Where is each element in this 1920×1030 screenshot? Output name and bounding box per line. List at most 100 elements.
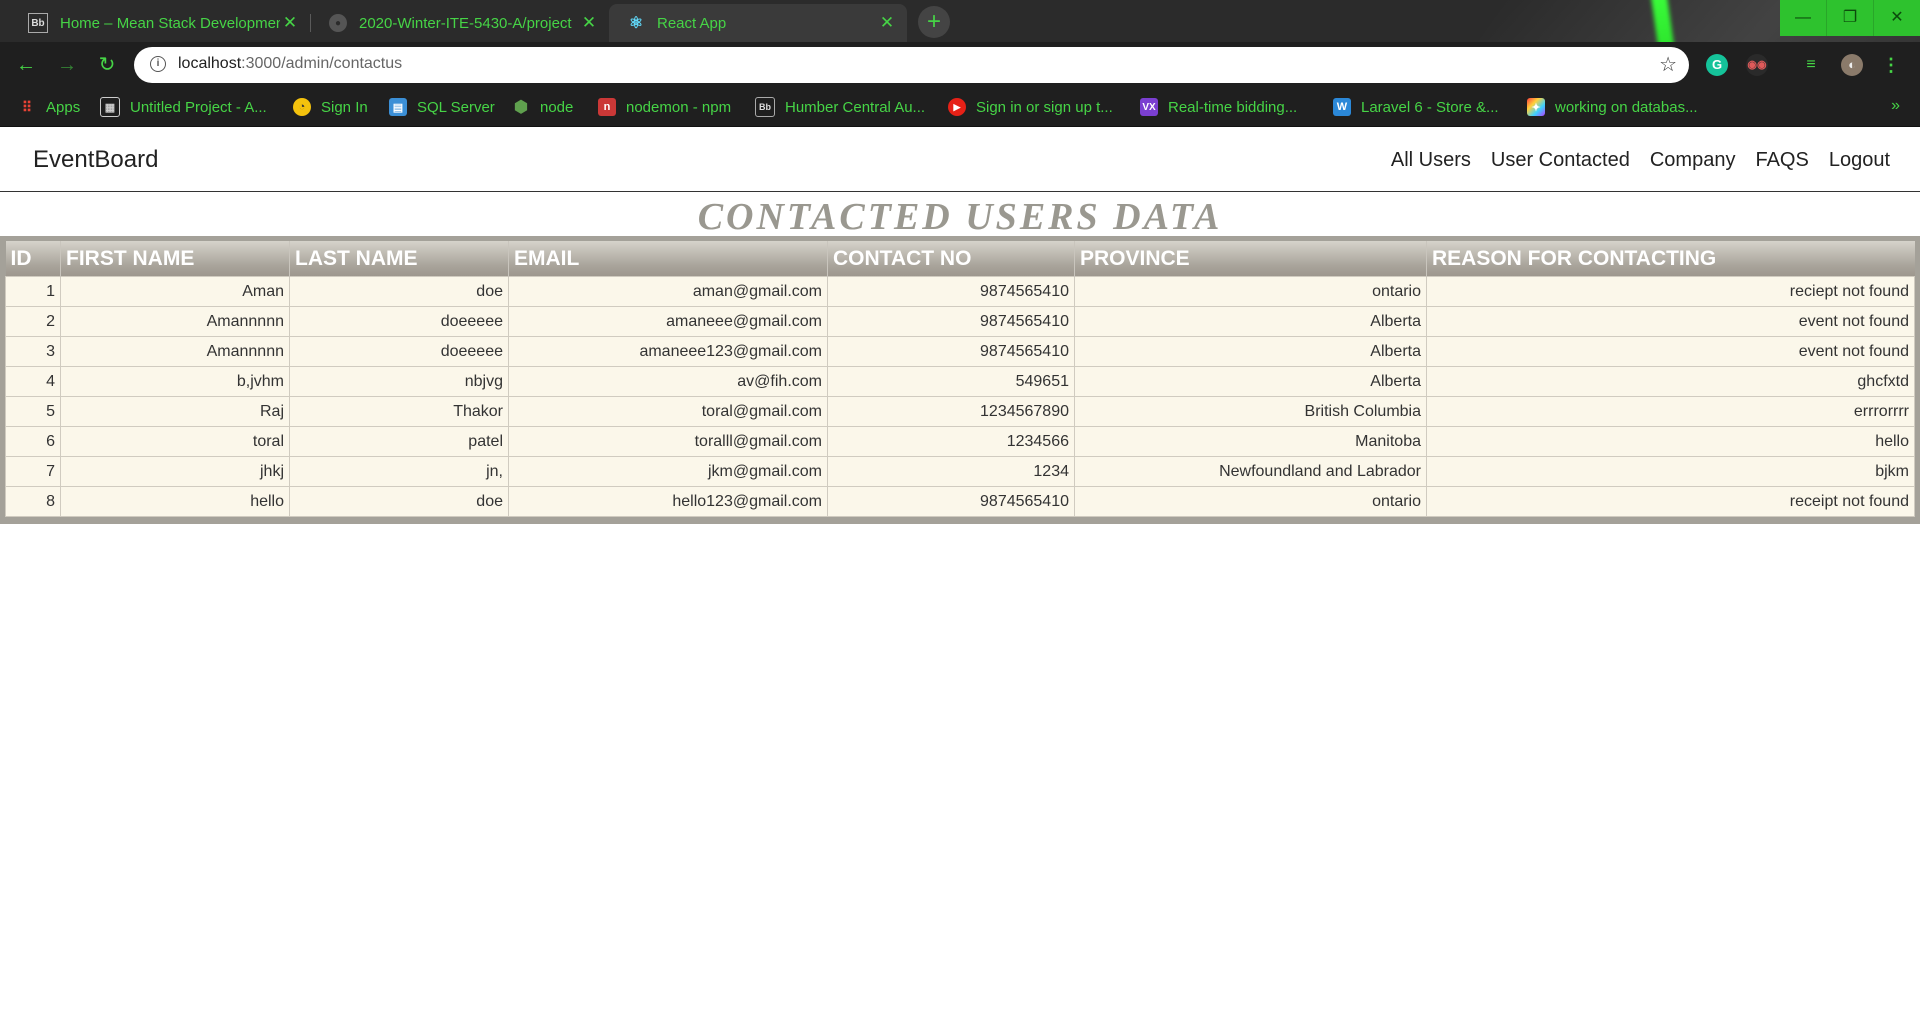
tab-title: React App [657, 14, 727, 32]
cell-province: Alberta [1074, 366, 1427, 397]
nav-faqs[interactable]: FAQS [1755, 149, 1808, 172]
table-row: 6 toral patel toralll@gmail.com 1234566 … [5, 426, 1915, 457]
bookmark-untitled-project[interactable]: ▦ Untitled Project - A... [100, 97, 267, 117]
bookmark-star-icon[interactable]: ☆ [1659, 52, 1677, 77]
window-controls: — ❐ ✕ [1780, 0, 1920, 36]
cell-email: jkm@gmail.com [508, 456, 828, 487]
close-icon[interactable]: ✕ [579, 13, 599, 33]
close-window-button[interactable]: ✕ [1873, 0, 1920, 36]
tab-title: Home – Mean Stack Developmen [60, 14, 280, 32]
cell-contact-no: 549651 [827, 366, 1075, 397]
brand-logo[interactable]: EventBoard [33, 146, 158, 174]
bookmark-humber[interactable]: Bb Humber Central Au... [755, 97, 925, 117]
cell-last-name: doe [289, 276, 509, 307]
npm-icon: n [598, 98, 616, 116]
bookmark-working-on-database[interactable]: ✦ working on databas... [1527, 97, 1698, 117]
cell-reason: bjkm [1426, 456, 1915, 487]
cell-first-name: toral [60, 426, 290, 457]
bookmark-real-time-bidding[interactable]: VX Real-time bidding... [1140, 97, 1297, 117]
bookmark-label: working on databas... [1555, 98, 1698, 116]
colorful-icon: ✦ [1527, 98, 1545, 116]
more-bookmarks-icon[interactable]: » [1891, 97, 1900, 115]
node-icon: ⬢ [514, 99, 528, 116]
column-header: ID [5, 241, 61, 277]
nav-company[interactable]: Company [1650, 149, 1736, 172]
table-row: 2 Amannnnn doeeeee amaneee@gmail.com 987… [5, 306, 1915, 337]
nav-links: All Users User Contacted Company FAQS Lo… [1391, 149, 1890, 172]
cell-id: 4 [5, 366, 61, 397]
tab-title: 2020-Winter-ITE-5430-A/project [359, 14, 572, 32]
cell-email: hello123@gmail.com [508, 486, 828, 517]
cell-last-name: Thakor [289, 396, 509, 427]
restore-button[interactable]: ❐ [1826, 0, 1873, 36]
url-text: localhost:3000/admin/contactus [178, 55, 402, 73]
bookmark-sign-up[interactable]: ▶ Sign in or sign up t... [948, 97, 1113, 117]
app-navbar: EventBoard All Users User Contacted Comp… [0, 127, 1920, 192]
bookmark-laravel[interactable]: W Laravel 6 - Store &... [1333, 97, 1499, 117]
bookmark-sign-in[interactable]: ◔ Sign In [293, 97, 368, 117]
bookmark-label: Real-time bidding... [1168, 98, 1298, 116]
cell-contact-no: 1234 [827, 456, 1075, 487]
grammarly-icon[interactable]: G [1706, 54, 1728, 76]
info-icon[interactable]: i [150, 56, 166, 72]
cell-reason: receipt not found [1426, 486, 1915, 517]
tab-github[interactable]: ● 2020-Winter-ITE-5430-A/project ✕ [311, 4, 609, 42]
address-bar[interactable]: i localhost:3000/admin/contactus ☆ [134, 47, 1689, 83]
page-title: CONTACTED USERS DATA [697, 196, 1223, 238]
bookmark-label: nodemon - npm [626, 98, 732, 116]
cell-contact-no: 9874565410 [827, 306, 1075, 337]
cell-email: toralll@gmail.com [508, 426, 828, 457]
cell-province: ontario [1074, 276, 1427, 307]
forward-button[interactable]: → [53, 51, 81, 79]
tab-home[interactable]: Bb Home – Mean Stack Developmen ✕ [10, 4, 310, 42]
bookmark-label: Humber Central Au... [785, 98, 926, 116]
cell-reason: event not found [1426, 336, 1915, 367]
url-path: :3000/admin/contactus [241, 55, 403, 72]
close-icon[interactable]: ✕ [877, 13, 897, 33]
cell-contact-no: 1234567890 [827, 396, 1075, 427]
w-icon: W [1333, 98, 1351, 116]
tab-react-app[interactable]: ⚛ React App ✕ [609, 4, 907, 42]
bookmark-label: Laravel 6 - Store &... [1361, 98, 1499, 116]
cell-contact-no: 9874565410 [827, 276, 1075, 307]
back-button[interactable]: ← [12, 51, 40, 79]
bookmark-nodemon[interactable]: n nodemon - npm [598, 97, 731, 117]
cell-last-name: doeeeee [289, 336, 509, 367]
table-row: 4 b,jvhm nbjvg av@fih.com 549651 Alberta… [5, 366, 1915, 397]
avatar[interactable]: ◐ [1841, 54, 1863, 76]
table-row: 1 Aman doe aman@gmail.com 9874565410 ont… [5, 276, 1915, 307]
minimize-button[interactable]: — [1780, 0, 1826, 36]
column-header: REASON FOR CONTACTING [1426, 241, 1915, 277]
media-queue-icon[interactable]: ≡ [1800, 54, 1822, 76]
cell-last-name: doeeeee [289, 306, 509, 337]
cell-id: 2 [5, 306, 61, 337]
cell-id: 7 [5, 456, 61, 487]
cell-first-name: Amannnnn [60, 336, 290, 367]
bookmark-node[interactable]: ⬢ node [512, 97, 573, 117]
nav-all-users[interactable]: All Users [1391, 149, 1471, 172]
nav-logout[interactable]: Logout [1829, 149, 1890, 172]
table-header-row: ID FIRST NAME LAST NAME EMAIL CONTACT NO… [5, 241, 1915, 277]
sqlserver-icon: ▤ [389, 98, 407, 116]
cell-contact-no: 9874565410 [827, 486, 1075, 517]
cell-email: av@fih.com [508, 366, 828, 397]
reload-button[interactable]: ↻ [93, 51, 121, 79]
nav-user-contacted[interactable]: User Contacted [1491, 149, 1630, 172]
menu-icon[interactable]: ⋮ [1880, 54, 1902, 76]
url-host: localhost [178, 55, 242, 72]
cell-first-name: Amannnnn [60, 306, 290, 337]
column-header: EMAIL [508, 241, 828, 277]
bookmarks-bar: ⠿ Apps ▦ Untitled Project - A... ◔ Sign In … [0, 88, 1920, 127]
cell-province: Alberta [1074, 306, 1427, 337]
extension-eyes-icon[interactable]: ◉◉ [1746, 54, 1768, 76]
bookmark-apps[interactable]: ⠿ Apps [18, 97, 80, 117]
bookmark-sql-server[interactable]: ▤ SQL Server [389, 97, 495, 117]
cell-first-name: Raj [60, 396, 290, 427]
new-tab-button[interactable]: + [918, 6, 950, 38]
cell-province: Alberta [1074, 336, 1427, 367]
close-icon[interactable]: ✕ [280, 13, 300, 33]
bb-icon: Bb [755, 97, 775, 117]
bookmark-label: Sign In [321, 98, 368, 116]
cell-province: British Columbia [1074, 396, 1427, 427]
cell-province: Manitoba [1074, 426, 1427, 457]
